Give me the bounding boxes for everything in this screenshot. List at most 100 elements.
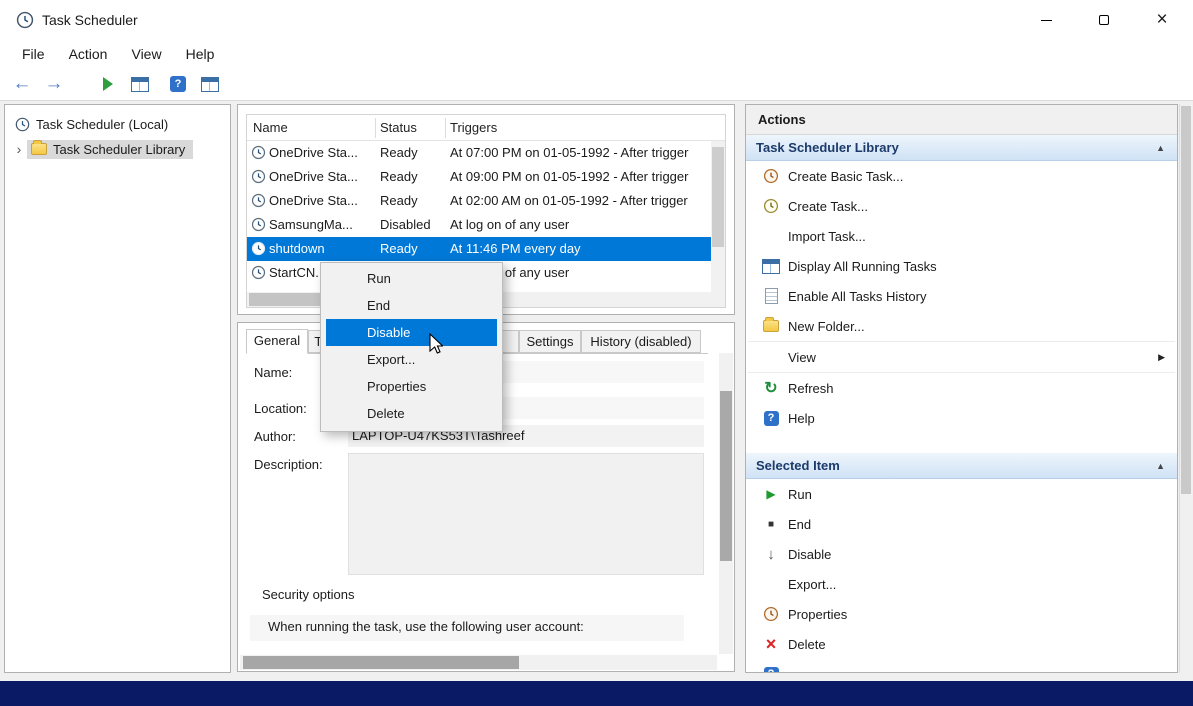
windows-taskbar[interactable] <box>0 681 1193 706</box>
action-label: Run <box>788 487 812 502</box>
section-gap <box>746 433 1177 453</box>
section-header-library[interactable]: Task Scheduler Library ▲ <box>746 135 1177 161</box>
task-name: SamsungMa... <box>269 217 353 232</box>
table-row[interactable]: SamsungMa... Disabled At log on of any u… <box>247 213 711 237</box>
action-item-partial[interactable]: ? <box>746 659 1177 673</box>
column-separator[interactable] <box>445 118 446 138</box>
action-create-basic-task[interactable]: Create Basic Task... <box>746 161 1177 191</box>
task-name: OneDrive Sta... <box>269 169 358 184</box>
actions-pane-scrollbar[interactable] <box>1179 104 1192 673</box>
close-button[interactable]: × <box>1139 0 1185 40</box>
create-basic-task-icon <box>760 168 782 184</box>
table-row[interactable]: OneDrive Sta... Ready At 09:00 PM on 01-… <box>247 165 711 189</box>
action-label: Disable <box>788 547 831 562</box>
details-vertical-scrollbar[interactable] <box>719 353 733 654</box>
scrollbar-thumb[interactable] <box>720 391 732 561</box>
collapse-icon[interactable]: ▲ <box>1156 461 1165 471</box>
context-menu-delete[interactable]: Delete <box>321 400 502 427</box>
task-trigger: At 11:46 PM every day <box>450 241 581 256</box>
action-import-task[interactable]: Import Task... <box>746 221 1177 251</box>
context-menu-disable[interactable]: Disable <box>326 319 497 346</box>
action-label: Enable All Tasks History <box>788 289 927 304</box>
run-icon: ▶ <box>760 487 782 501</box>
up-one-level-button[interactable] <box>94 71 122 97</box>
actions-pane-title: Actions <box>746 105 1177 135</box>
toolbar: ← → ? <box>0 68 1193 101</box>
tree-library-selection[interactable]: Task Scheduler Library <box>27 140 193 159</box>
action-properties[interactable]: Properties <box>746 599 1177 629</box>
scrollbar-thumb[interactable] <box>712 147 724 247</box>
context-menu-properties[interactable]: Properties <box>321 373 502 400</box>
action-enable-tasks-history[interactable]: Enable All Tasks History <box>746 281 1177 311</box>
back-button[interactable]: ← <box>8 71 36 97</box>
scrollbar-thumb[interactable] <box>243 656 519 669</box>
delete-icon: × <box>760 634 782 655</box>
scrollbar-thumb[interactable] <box>1181 106 1191 494</box>
description-field[interactable] <box>348 453 704 575</box>
tab-general[interactable]: General <box>246 329 308 354</box>
menu-help[interactable]: Help <box>174 43 227 65</box>
table-row-selected[interactable]: shutdown Ready At 11:46 PM every day <box>247 237 711 261</box>
action-refresh[interactable]: ↻ Refresh <box>746 373 1177 403</box>
menu-view[interactable]: View <box>119 43 173 65</box>
column-separator[interactable] <box>375 118 376 138</box>
help-icon: ? <box>760 667 782 674</box>
task-context-menu: Run End Disable Export... Properties Del… <box>320 262 503 432</box>
column-header-triggers[interactable]: Triggers <box>450 120 497 135</box>
column-header-name[interactable]: Name <box>253 120 288 135</box>
tree-item-task-scheduler-local[interactable]: Task Scheduler (Local) <box>15 113 168 135</box>
show-hide-console-tree-button[interactable] <box>126 71 154 97</box>
collapse-icon[interactable]: ▲ <box>1156 143 1165 153</box>
minimize-icon <box>1041 20 1052 21</box>
library-folder-icon <box>31 143 47 155</box>
help-button[interactable]: ? <box>164 71 192 97</box>
context-menu-export[interactable]: Export... <box>321 346 502 373</box>
maximize-button[interactable] <box>1081 0 1127 40</box>
action-create-task[interactable]: Create Task... <box>746 191 1177 221</box>
action-display-running-tasks[interactable]: Display All Running Tasks <box>746 251 1177 281</box>
action-new-folder[interactable]: New Folder... <box>746 311 1177 341</box>
column-header-status[interactable]: Status <box>380 120 417 135</box>
close-icon: × <box>1156 9 1167 31</box>
disable-icon: ↓ <box>760 546 782 563</box>
section-header-label: Task Scheduler Library <box>756 140 899 155</box>
action-help[interactable]: ? Help <box>746 403 1177 433</box>
context-menu-run[interactable]: Run <box>321 265 502 292</box>
end-icon: ■ <box>760 519 782 530</box>
details-horizontal-scrollbar[interactable] <box>240 655 717 670</box>
security-options-title: Security options <box>262 587 355 602</box>
show-hide-action-pane-button[interactable] <box>196 71 224 97</box>
window-title: Task Scheduler <box>42 12 138 28</box>
properties-icon <box>760 606 782 622</box>
action-run[interactable]: ▶ Run <box>746 479 1177 509</box>
task-status: Ready <box>380 193 418 208</box>
action-disable[interactable]: ↓ Disable <box>746 539 1177 569</box>
section-header-selected-item[interactable]: Selected Item ▲ <box>746 453 1177 479</box>
security-options-text: When running the task, use the following… <box>268 619 584 634</box>
action-label: Import Task... <box>788 229 866 244</box>
task-scheduler-app-icon <box>16 11 34 29</box>
action-label: Create Basic Task... <box>788 169 903 184</box>
minimize-button[interactable] <box>1023 0 1069 40</box>
action-label: Display All Running Tasks <box>788 259 937 274</box>
menu-action[interactable]: Action <box>57 43 120 65</box>
action-end[interactable]: ■ End <box>746 509 1177 539</box>
refresh-icon: ↻ <box>760 378 782 398</box>
tree-item-task-scheduler-library[interactable]: › Task Scheduler Library <box>11 138 193 160</box>
action-export[interactable]: Export... <box>746 569 1177 599</box>
action-view[interactable]: View ▶ <box>746 342 1177 372</box>
tab-history[interactable]: History (disabled) <box>581 330 701 353</box>
action-delete[interactable]: × Delete <box>746 629 1177 659</box>
context-menu-end[interactable]: End <box>321 292 502 319</box>
tab-settings[interactable]: Settings <box>519 330 581 353</box>
task-name: OneDrive Sta... <box>269 145 358 160</box>
menu-file[interactable]: File <box>10 43 57 65</box>
task-status: Ready <box>380 241 418 256</box>
task-status: Disabled <box>380 217 431 232</box>
task-list-vertical-scrollbar[interactable] <box>711 141 725 292</box>
chevron-right-icon[interactable]: › <box>11 141 27 157</box>
table-row[interactable]: OneDrive Sta... Ready At 07:00 PM on 01-… <box>247 141 711 165</box>
forward-button[interactable]: → <box>40 71 68 97</box>
mouse-cursor <box>429 333 443 354</box>
table-row[interactable]: OneDrive Sta... Ready At 02:00 AM on 01-… <box>247 189 711 213</box>
